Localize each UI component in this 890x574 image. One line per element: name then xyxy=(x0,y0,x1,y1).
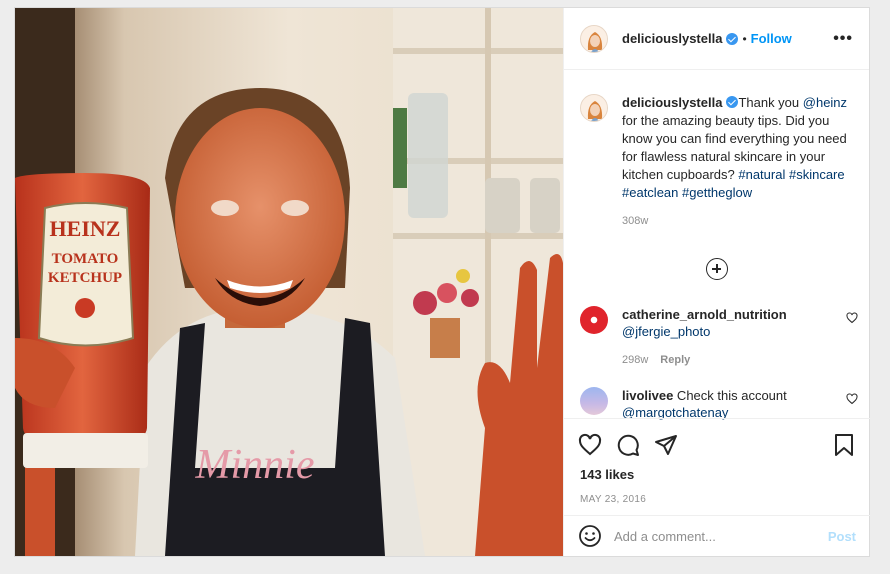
verified-badge-icon xyxy=(726,32,739,45)
more-options-icon[interactable]: ••• xyxy=(833,30,853,48)
bottle-brand: HEINZ xyxy=(50,216,121,241)
hashtag-eatclean[interactable]: #eatclean xyxy=(622,185,678,200)
follow-button[interactable]: Follow xyxy=(751,31,792,46)
header-username[interactable]: deliciouslystella xyxy=(622,31,722,46)
instagram-post: Minnie HEINZ TOMATO KETCHUP deliciouslys… xyxy=(14,7,870,557)
separator-dot: • xyxy=(742,31,747,46)
caption-mention[interactable]: @heinz xyxy=(803,95,847,110)
comment-username[interactable]: livolivee xyxy=(622,388,673,403)
likes-count[interactable]: 143 likes xyxy=(564,461,870,482)
post-actions-section: 143 likes MAY 23, 2016 xyxy=(564,418,870,505)
load-more-plus-icon[interactable] xyxy=(706,258,728,280)
post-date[interactable]: MAY 23, 2016 xyxy=(564,482,870,505)
comment-text: Check this account xyxy=(673,388,787,403)
caption: deliciouslystella Thank you @heinz for th… xyxy=(564,70,870,230)
caption-avatar[interactable] xyxy=(580,94,608,122)
post-sidebar: deliciouslystella • Follow ••• delicious… xyxy=(563,8,870,556)
hashtag-gettheglow[interactable]: #gettheglow xyxy=(682,185,752,200)
caption-text-1: Thank you xyxy=(738,95,803,110)
save-bookmark-icon[interactable] xyxy=(832,433,856,457)
shirt-text: Minnie xyxy=(195,442,315,488)
comment-username[interactable]: catherine_arnold_nutrition xyxy=(622,307,787,322)
add-comment-bar: Post xyxy=(564,515,870,556)
avatar[interactable] xyxy=(580,24,608,53)
comment-body: livolivee Check this account @margotchat… xyxy=(622,387,844,420)
comments-list[interactable]: deliciouslystella Thank you @heinz for th… xyxy=(564,70,870,420)
load-more-comments xyxy=(564,258,870,280)
caption-username[interactable]: deliciouslystella xyxy=(622,95,722,110)
post-header: deliciouslystella • Follow ••• xyxy=(564,8,869,70)
like-comment-heart-icon[interactable] xyxy=(846,393,858,405)
commenter-avatar[interactable] xyxy=(580,387,608,415)
hashtag-natural[interactable]: #natural xyxy=(738,167,785,182)
commenter-avatar[interactable] xyxy=(580,306,608,334)
avatar-illustration xyxy=(581,25,607,52)
verified-badge-icon xyxy=(726,96,739,108)
share-paper-plane-icon[interactable] xyxy=(654,433,678,457)
photo-illustration: Minnie HEINZ TOMATO KETCHUP xyxy=(15,8,563,556)
hashtag-skincare[interactable]: #skincare xyxy=(789,167,845,182)
add-comment-input[interactable] xyxy=(614,528,828,544)
bottle-line2: KETCHUP xyxy=(48,270,122,286)
comment-item: livolivee Check this account @margotchat… xyxy=(564,387,870,420)
emoji-icon[interactable] xyxy=(578,524,602,548)
post-photo[interactable]: Minnie HEINZ TOMATO KETCHUP xyxy=(15,8,563,556)
action-bar xyxy=(564,419,870,461)
reply-button[interactable]: Reply xyxy=(660,354,690,366)
comment-body: catherine_arnold_nutrition @jfergie_phot… xyxy=(622,306,844,369)
comment-bubble-icon[interactable] xyxy=(616,433,640,457)
comment-meta: 298w Reply xyxy=(622,352,844,369)
like-heart-icon[interactable] xyxy=(578,433,602,457)
post-comment-button[interactable]: Post xyxy=(828,529,856,544)
caption-timestamp[interactable]: 308w xyxy=(622,212,852,230)
comment-item: catherine_arnold_nutrition @jfergie_phot… xyxy=(564,306,870,369)
avatar-illustration xyxy=(581,95,607,121)
like-comment-heart-icon[interactable] xyxy=(846,312,858,324)
comment-timestamp[interactable]: 298w xyxy=(622,354,648,366)
bottle-line1: TOMATO xyxy=(52,251,119,267)
caption-body: deliciouslystella Thank you @heinz for th… xyxy=(622,94,852,230)
comment-mention[interactable]: @jfergie_photo xyxy=(622,324,710,339)
